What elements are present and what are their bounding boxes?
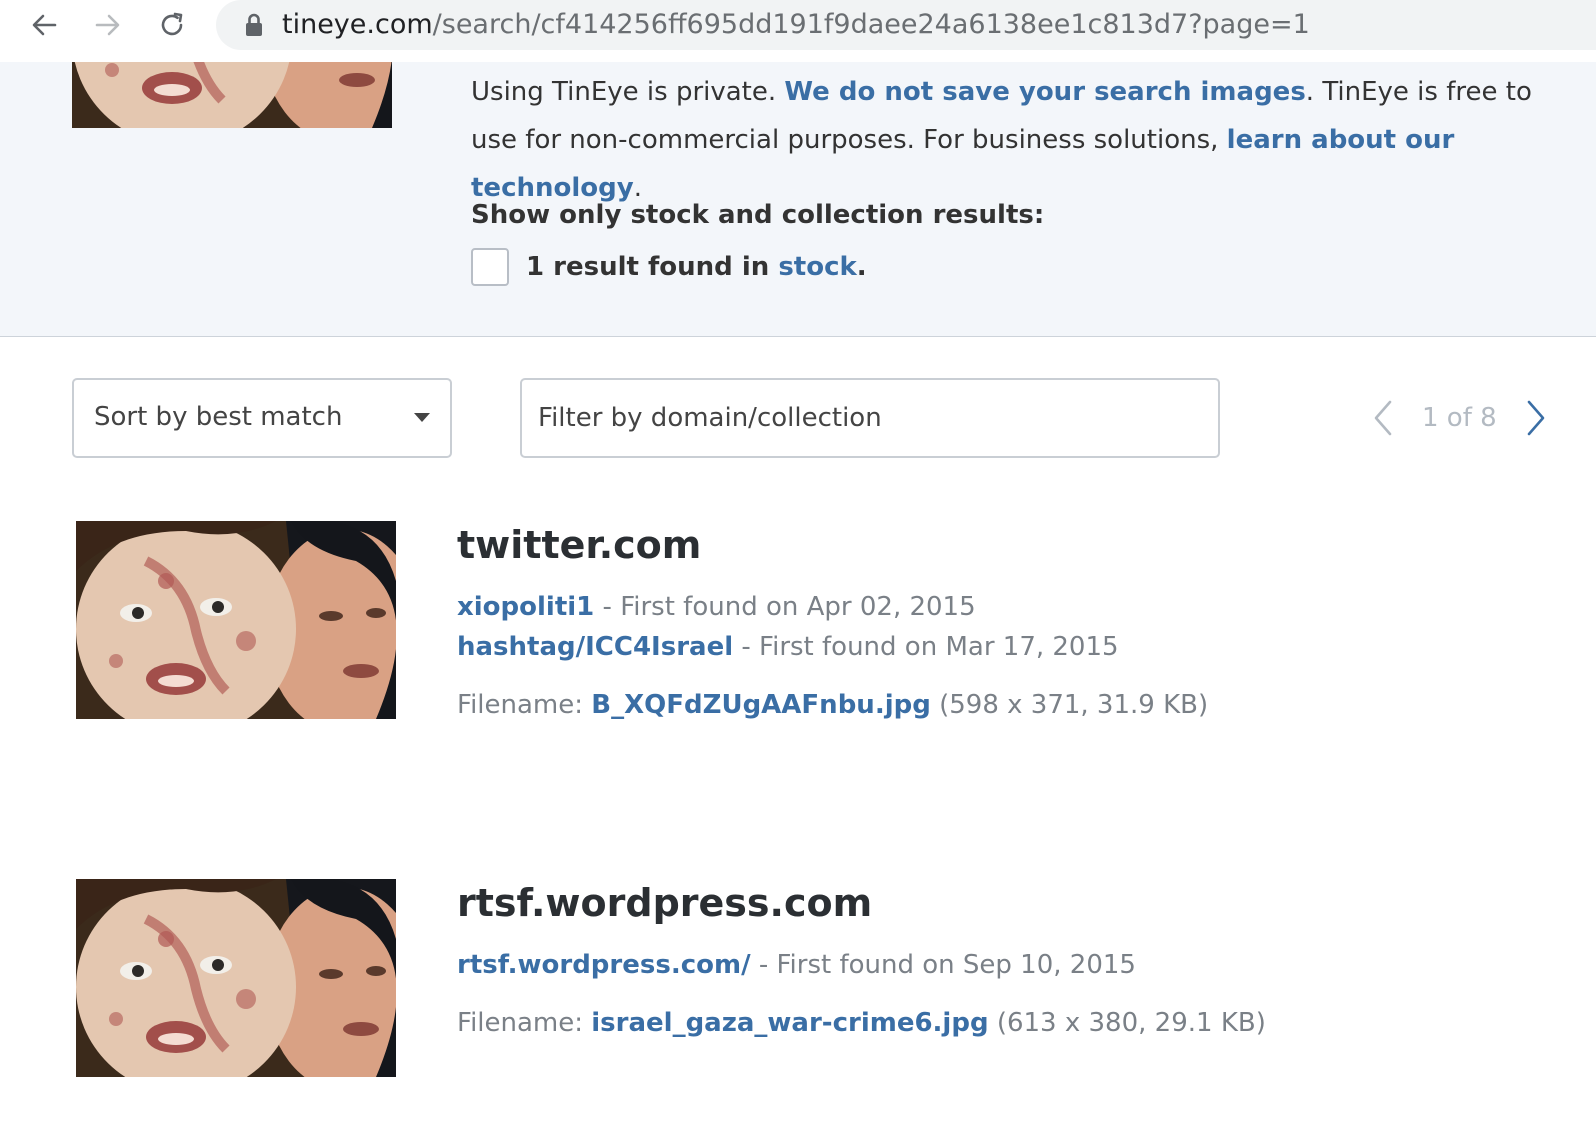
stock-count-text: 1 result found in — [526, 252, 779, 282]
match-date: - First found on Sep 10, 2015 — [750, 950, 1136, 980]
stock-result-text: 1 result found in stock. — [526, 248, 867, 286]
forward-button[interactable] — [88, 5, 128, 45]
address-bar[interactable]: tineye.com/search/cf414256ff695dd191f9da… — [216, 0, 1596, 50]
next-page-button[interactable] — [1521, 398, 1551, 438]
back-button[interactable] — [24, 5, 64, 45]
privacy-text: Using TinEye is private. — [471, 77, 785, 107]
result-thumbnail[interactable] — [76, 879, 396, 1077]
match-line: hashtag/ICC4Israel - First found on Mar … — [457, 627, 1557, 667]
match-line: rtsf.wordpress.com/ - First found on Sep… — [457, 945, 1557, 985]
privacy-notice: Using TinEye is private. We do not save … — [471, 68, 1571, 212]
match-date: - First found on Apr 02, 2015 — [594, 592, 976, 622]
match-link[interactable]: hashtag/ICC4Israel — [457, 632, 733, 662]
filename-line: Filename: israel_gaza_war-crime6.jpg (61… — [457, 1003, 1557, 1043]
filename-label: Filename: — [457, 690, 592, 720]
privacy-link[interactable]: We do not save your search images — [784, 77, 1305, 107]
file-info: (598 x 371, 31.9 KB) — [930, 690, 1209, 720]
chevron-down-icon — [414, 413, 430, 422]
stock-filter-heading: Show only stock and collection results: — [471, 200, 1045, 230]
filename-line: Filename: B_XQFdZUgAAFnbu.jpg (598 x 371… — [457, 685, 1557, 725]
prev-page-button[interactable] — [1368, 398, 1398, 438]
url-text: tineye.com/search/cf414256ff695dd191f9da… — [282, 9, 1310, 41]
privacy-text-3: . — [633, 173, 642, 203]
sort-dropdown[interactable]: Sort by best match — [72, 378, 452, 458]
match-line: xiopoliti1 - First found on Apr 02, 2015 — [457, 587, 1557, 627]
sort-label: Sort by best match — [94, 402, 343, 432]
chevron-right-icon — [1527, 400, 1544, 436]
lock-icon — [246, 13, 262, 36]
arrow-right-icon — [95, 14, 120, 36]
pagination: 1 of 8 — [1368, 395, 1551, 441]
filename-link[interactable]: israel_gaza_war-crime6.jpg — [591, 1008, 988, 1038]
url-path: /search/cf414256ff695dd191f9daee24a6138e… — [432, 9, 1310, 40]
stock-link[interactable]: stock — [778, 252, 856, 282]
arrow-left-icon — [32, 14, 57, 36]
filter-domain-input[interactable] — [520, 378, 1220, 458]
filename-label: Filename: — [457, 1008, 592, 1038]
result-thumbnail[interactable] — [76, 521, 396, 719]
url-domain: tineye.com — [282, 9, 433, 40]
file-info: (613 x 380, 29.1 KB) — [988, 1008, 1266, 1038]
browser-toolbar: tineye.com/search/cf414256ff695dd191f9da… — [0, 0, 1596, 50]
match-link[interactable]: xiopoliti1 — [457, 592, 594, 622]
match-link[interactable]: rtsf.wordpress.com/ — [457, 950, 751, 980]
reload-button[interactable] — [152, 5, 192, 45]
stock-suffix: . — [856, 252, 867, 282]
chevron-left-icon — [1374, 400, 1392, 436]
result-details: twitter.com xiopoliti1 - First found on … — [457, 521, 1557, 725]
filename-link[interactable]: B_XQFdZUgAAFnbu.jpg — [591, 690, 931, 720]
stock-checkbox[interactable] — [471, 248, 509, 286]
result-details: rtsf.wordpress.com rtsf.wordpress.com/ -… — [457, 879, 1557, 1043]
reload-icon — [161, 12, 183, 36]
query-image-thumbnail — [72, 62, 392, 128]
match-date: - First found on Mar 17, 2015 — [733, 632, 1119, 662]
result-domain: rtsf.wordpress.com — [457, 881, 873, 925]
page-indicator: 1 of 8 — [1422, 403, 1497, 433]
result-domain: twitter.com — [457, 523, 702, 567]
